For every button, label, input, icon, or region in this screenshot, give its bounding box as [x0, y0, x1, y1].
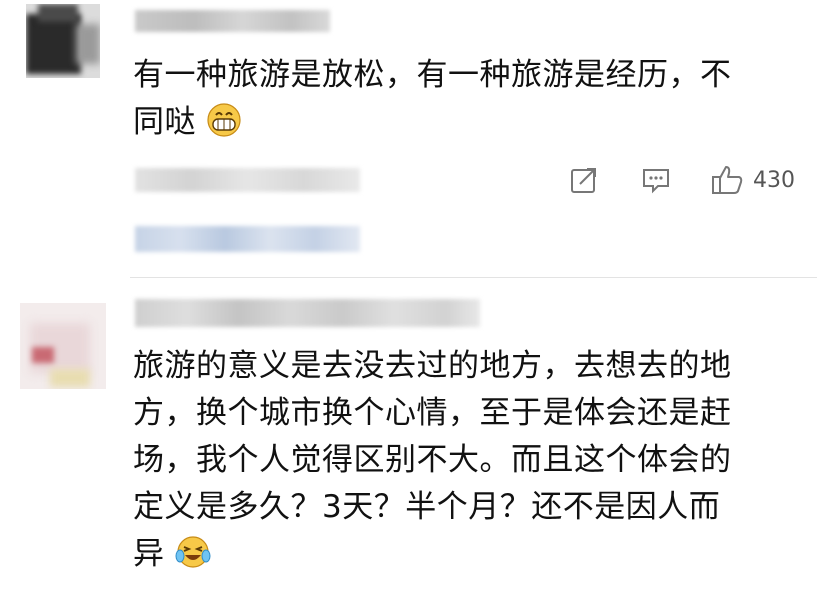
grinning-face-icon	[207, 103, 241, 137]
timestamp-redacted	[135, 168, 360, 192]
thumbs-up-icon	[712, 166, 743, 194]
like-count: 430	[753, 167, 795, 193]
comment-text: 有一种旅游是放松，有一种旅游是经历，不 同哒	[133, 57, 732, 140]
share-button[interactable]	[569, 165, 599, 195]
share-icon	[571, 168, 596, 193]
comment-text: 旅游的意义是去没去过的地方，去想去的地 方，换个城市换个心情，至于是体会还是赶 …	[133, 348, 732, 572]
comment-icon	[643, 169, 669, 194]
divider	[130, 277, 817, 278]
avatar[interactable]	[26, 4, 100, 78]
avatar[interactable]	[20, 303, 106, 389]
reply-button[interactable]	[641, 165, 671, 195]
comment-item: 有一种旅游是放松，有一种旅游是经历，不 同哒 430	[0, 0, 817, 278]
replies-link-redacted[interactable]	[135, 226, 360, 252]
username-redacted[interactable]	[135, 299, 480, 327]
laughing-crying-face-icon	[175, 536, 211, 568]
like-button[interactable]: 430	[711, 164, 795, 196]
username-redacted[interactable]	[135, 10, 330, 32]
comment-item: 旅游的意义是去没去过的地方，去想去的地 方，换个城市换个心情，至于是体会还是赶 …	[0, 279, 817, 595]
comment-actions: 430	[569, 160, 795, 200]
